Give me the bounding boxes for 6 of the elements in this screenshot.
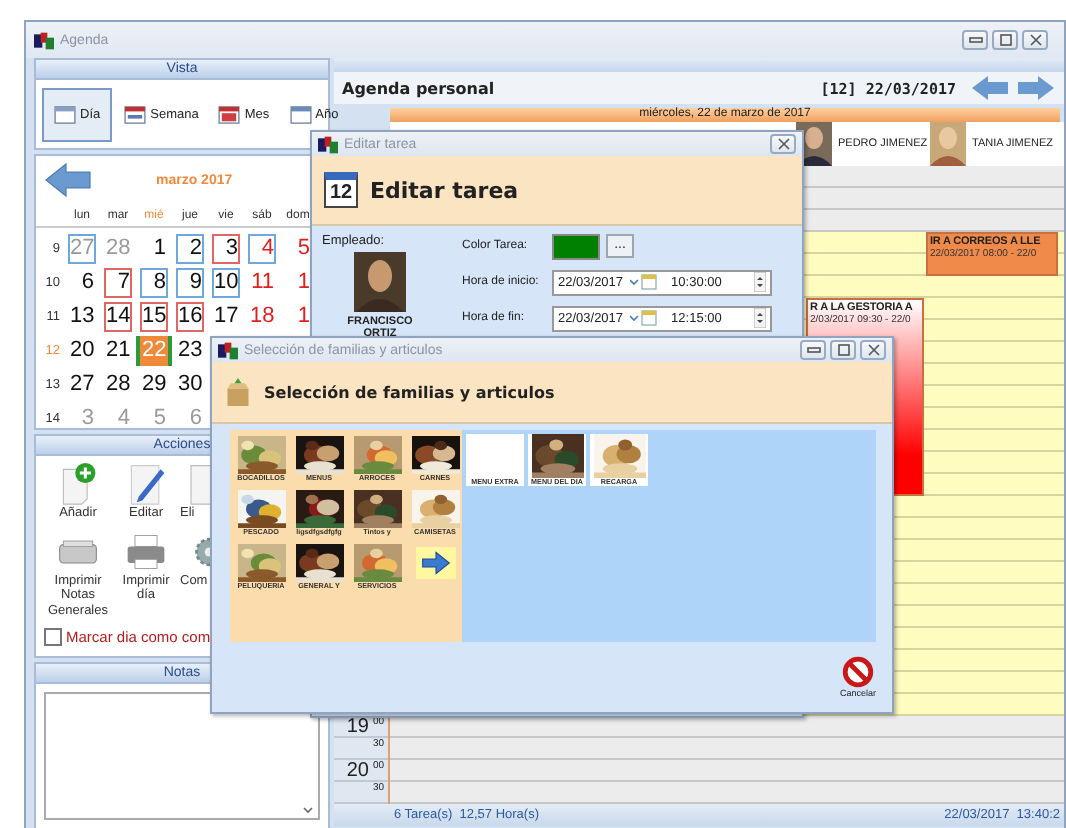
dialog-heading: Selección de familias y articulos [264,383,555,401]
dialog-heading: Editar tarea [370,177,519,203]
agenda-title: Agenda personal [342,79,495,97]
hour-label: 19 [346,716,369,738]
calendar-icon: 12 [324,172,358,208]
hour-label: 20 [346,760,369,782]
